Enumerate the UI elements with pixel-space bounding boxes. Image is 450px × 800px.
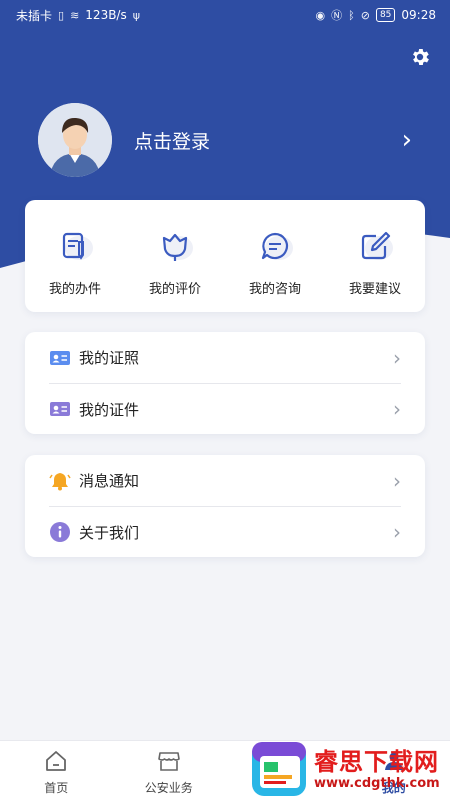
my-certificates-label: 我的证件 (79, 400, 140, 419)
document-edit-icon (62, 232, 93, 260)
login-label: 点击登录 (134, 130, 211, 153)
bell-icon (49, 472, 71, 490)
watermark: 睿思下载网 www.cdgthk.com (250, 738, 450, 800)
my-reviews-label: 我的评价 (148, 282, 201, 297)
wifi-icon: ≋ (70, 8, 80, 22)
watermark-url: www.cdgthk.com (314, 775, 440, 791)
chevron-right-icon: › (393, 397, 401, 421)
network-speed: 123B/s (85, 8, 127, 22)
suggestion-button[interactable]: 我要建议 (325, 200, 425, 312)
sim-icon: ▯ (58, 8, 65, 22)
chat-bubble-icon (261, 232, 293, 260)
notifications-row[interactable]: 消息通知 › (49, 455, 401, 506)
about-us-label: 关于我们 (79, 523, 140, 542)
tab-police-business-label: 公安业务 (144, 781, 193, 795)
my-reviews-button[interactable]: 我的评价 (125, 200, 225, 312)
id-card-icon (50, 350, 70, 365)
usb-icon: ψ (132, 8, 140, 22)
avatar (38, 103, 112, 177)
settings-button[interactable] (408, 46, 432, 70)
eye-icon: ◉ (315, 8, 326, 22)
my-cases-label: 我的办件 (48, 282, 101, 297)
about-us-row[interactable]: 关于我们 › (49, 506, 401, 557)
user-avatar-icon (38, 103, 112, 177)
bluetooth-icon: ᛒ (348, 8, 355, 22)
login-row[interactable]: 点击登录 › (38, 102, 418, 178)
notifications-label: 消息通知 (79, 472, 140, 490)
quick-actions-card: 我的办件 我的评价 我的咨询 我要建议 (25, 200, 425, 312)
home-icon (46, 751, 67, 771)
mute-icon: ⊘ (360, 8, 370, 22)
tab-home-label: 首页 (44, 781, 69, 795)
my-consults-button[interactable]: 我的咨询 (225, 200, 325, 312)
my-cases-button[interactable]: 我的办件 (25, 200, 125, 312)
lotus-icon (162, 233, 193, 261)
battery-icon: 85 (375, 8, 396, 22)
chevron-right-icon: › (393, 345, 401, 370)
suggestion-label: 我要建议 (348, 282, 401, 297)
chevron-right-icon: › (393, 468, 401, 493)
clock: 09:28 (401, 8, 436, 22)
my-licenses-label: 我的证照 (79, 349, 140, 367)
chevron-right-icon: › (401, 125, 412, 155)
store-icon (157, 752, 180, 771)
nfc-icon: Ⓝ (331, 9, 343, 22)
licenses-card: 我的证照 › 我的证件 › (25, 332, 425, 434)
status-bar: 未插卡 ▯ ≋ 123B/s ψ ◉ Ⓝ ᛒ ⊘ 85 09:28 (0, 0, 450, 30)
watermark-logo-icon (252, 742, 306, 796)
tab-home[interactable]: 首页 (0, 741, 113, 800)
info-icon (50, 522, 70, 542)
my-licenses-row[interactable]: 我的证照 › (49, 332, 401, 383)
my-certificates-row[interactable]: 我的证件 › (49, 383, 401, 434)
chevron-right-icon: › (393, 520, 401, 544)
gear-icon (413, 49, 429, 65)
my-consults-label: 我的咨询 (248, 282, 301, 297)
info-card: 消息通知 › 关于我们 › (25, 455, 425, 557)
carrier-text: 未插卡 (16, 8, 53, 23)
pencil-square-icon (361, 231, 393, 260)
watermark-title: 睿思下载网 (314, 747, 439, 776)
id-card-purple-icon (50, 402, 70, 416)
tab-police-business[interactable]: 公安业务 (113, 741, 226, 800)
